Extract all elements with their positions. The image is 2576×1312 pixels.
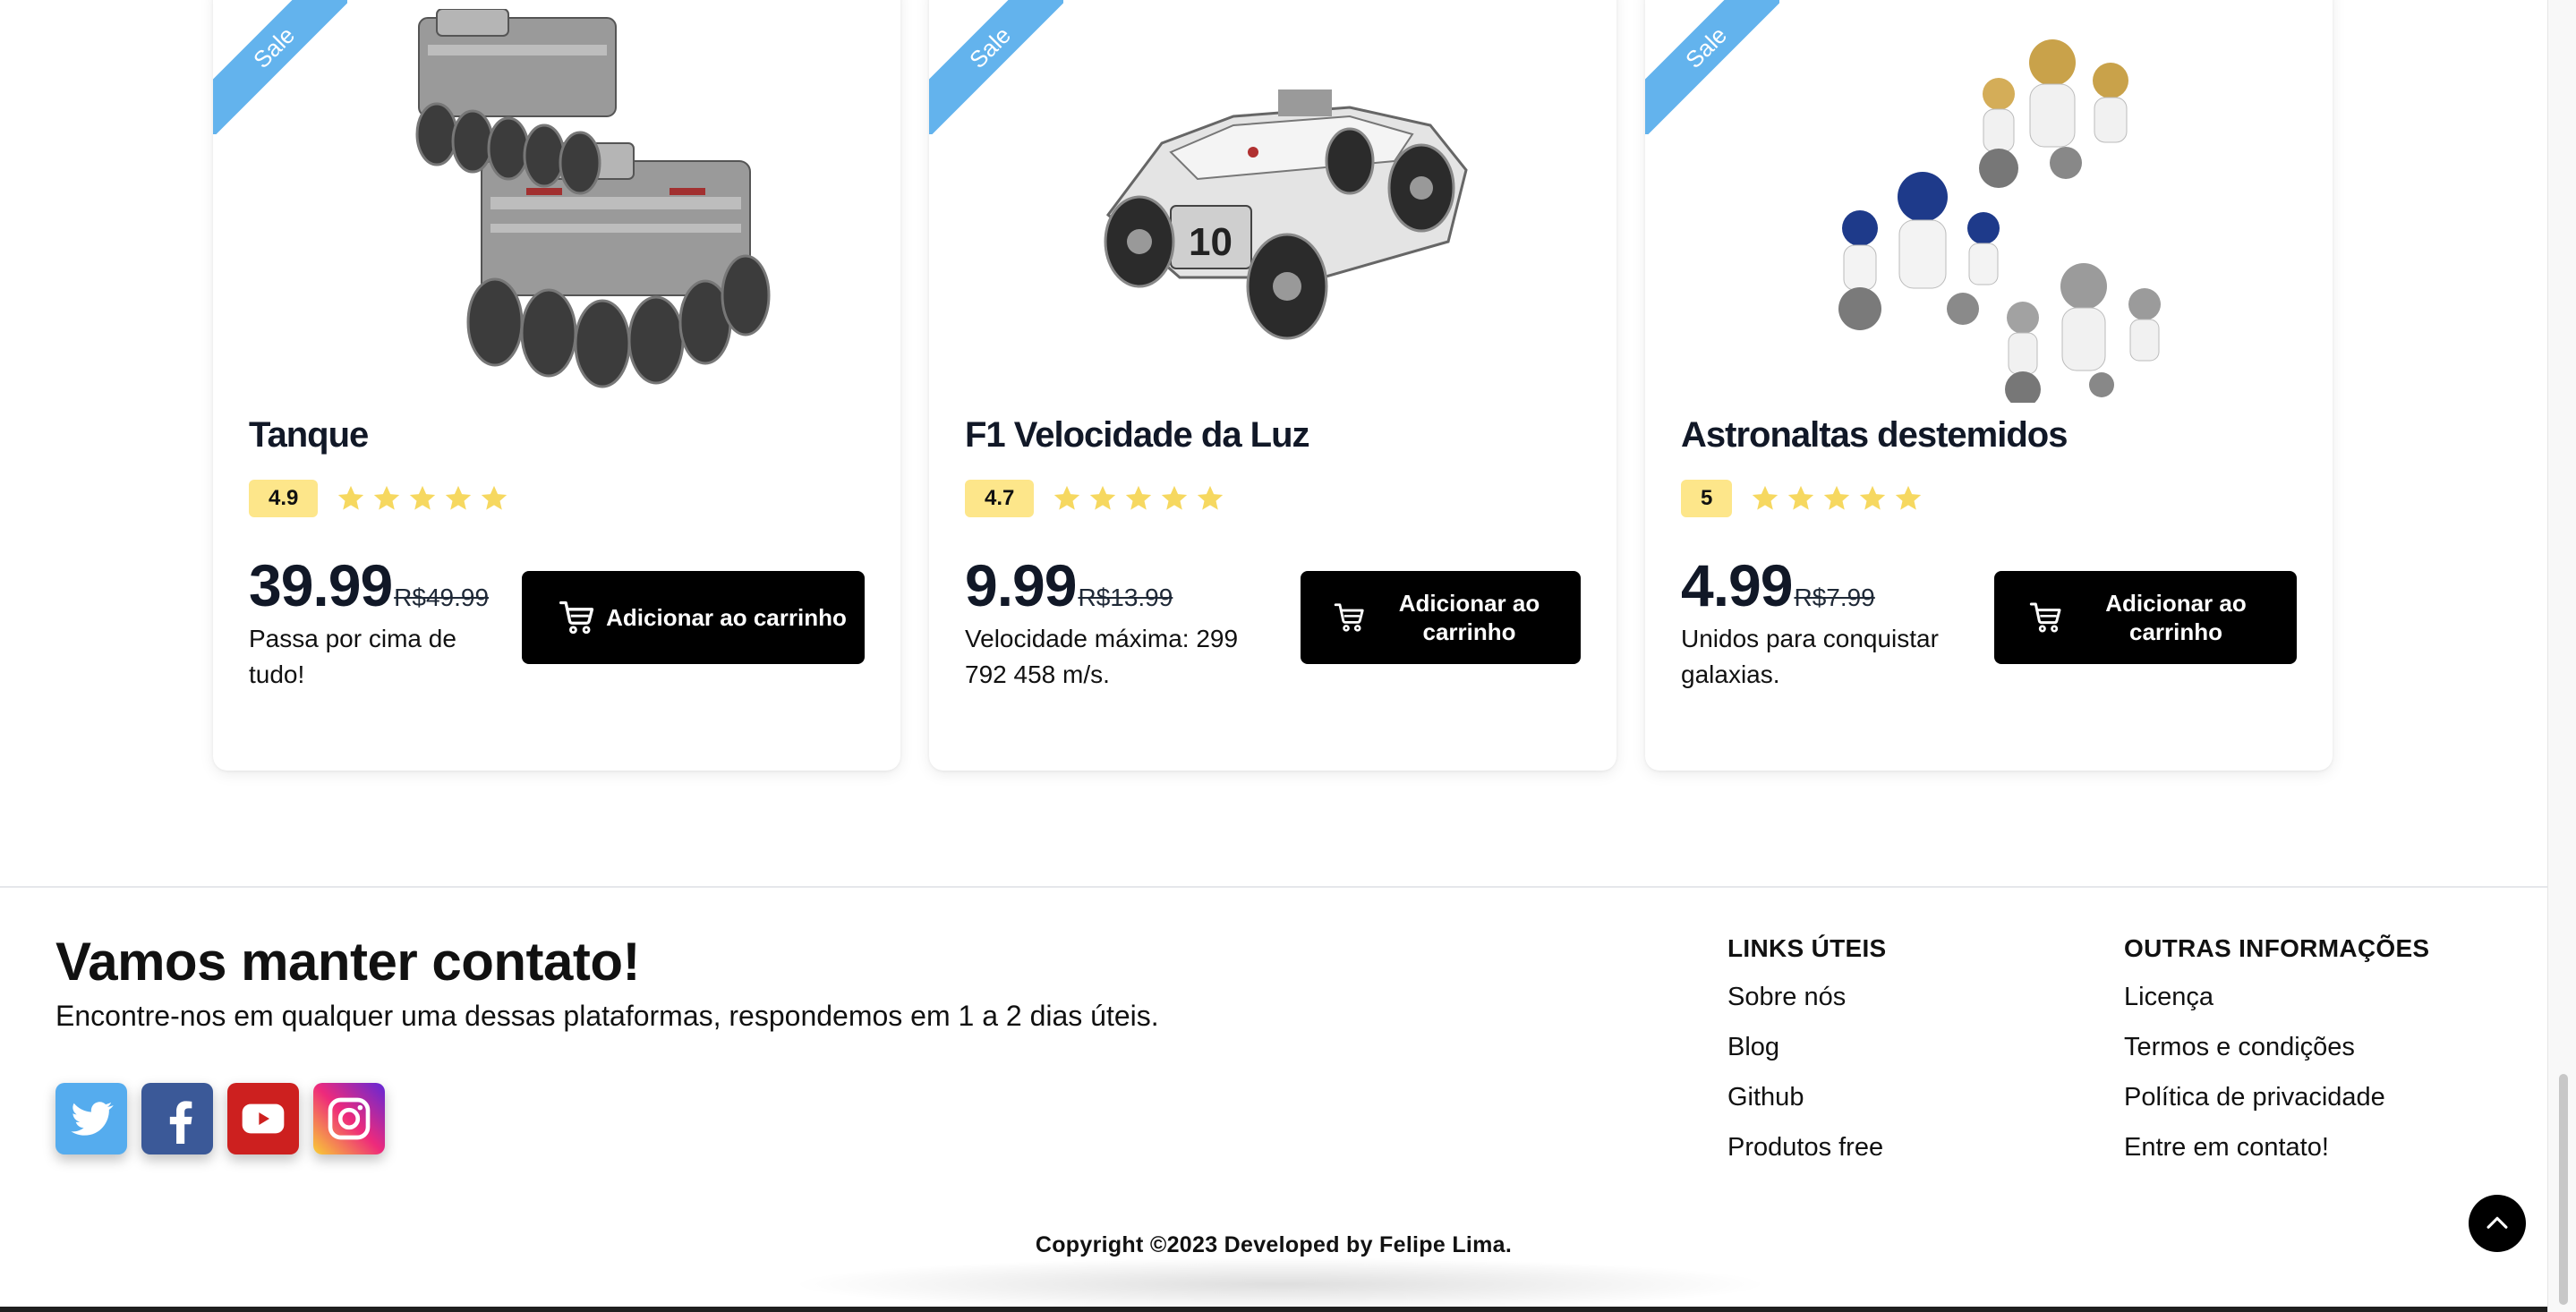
cart-icon [558,598,597,637]
product-title: Tanque [249,415,369,455]
star-icon [1750,483,1780,514]
link-about[interactable]: Sobre nós [1727,983,1887,1033]
product-card: Sale 10 F1 Velocidade da Luz 4.7 9.99 R$… [929,0,1616,771]
product-title: F1 Velocidade da Luz [965,415,1310,455]
add-to-cart-label: Adicionar ao carrinho [606,604,847,631]
sale-ribbon: Sale [929,0,1063,134]
link-terms[interactable]: Termos e condições [2124,1033,2429,1083]
sale-ribbon-label: Sale [213,0,347,134]
old-price: R$7.99 [1794,584,1875,611]
add-to-cart-label: Adicionar ao carrinho [2105,590,2247,645]
star-icon [371,483,402,514]
add-to-cart-label: Adicionar ao carrinho [1398,590,1540,645]
window-bottom-edge [0,1307,2547,1312]
facebook-icon[interactable] [141,1083,213,1154]
star-icon [1786,483,1816,514]
price: 4.99 [1681,552,1793,618]
star-rating [336,483,515,514]
product-description: Unidos para conquistar galaxias. [1681,625,1939,688]
rating-badge: 4.7 [965,480,1035,517]
price-block: 4.99 R$7.99 Unidos para conquistar galax… [1681,551,1976,693]
sale-ribbon-label: Sale [929,0,1063,134]
add-to-cart-button[interactable]: Adicionar ao carrinho [1994,571,2297,664]
twitter-icon[interactable] [55,1083,127,1154]
star-rating [1750,483,1929,514]
product-card: Sale Tanque 4.9 39.99 R$49.99 Passa por … [213,0,900,771]
add-to-cart-button[interactable]: Adicionar ao carrinho [522,571,865,664]
star-icon [1821,483,1852,514]
back-to-top-button[interactable] [2469,1195,2526,1252]
price-block: 9.99 R$13.99 Velocidade máxima: 299 792 … [965,551,1260,693]
link-free-products[interactable]: Produtos free [1727,1133,1887,1183]
cart-icon [2028,600,2064,635]
price: 9.99 [965,552,1077,618]
svg-text:10: 10 [1189,220,1233,264]
product-description: Velocidade máxima: 299 792 458 m/s. [965,625,1239,688]
race-car-product-image: 10 [1104,89,1468,340]
social-links [55,1083,399,1154]
product-title: Astronaltas destemidos [1681,415,2068,455]
price: 39.99 [249,552,393,618]
sale-ribbon: Sale [1645,0,1779,134]
add-to-cart-button[interactable]: Adicionar ao carrinho [1301,571,1581,664]
youtube-icon[interactable] [227,1083,299,1154]
old-price: R$49.99 [394,584,490,611]
old-price: R$13.99 [1078,584,1173,611]
star-icon [1088,483,1118,514]
footer-title: Vamos manter contato! [55,932,641,992]
other-info-column: OUTRAS INFORMAÇÕES Licença Termos e cond… [2124,934,2429,1183]
link-github[interactable]: Github [1727,1083,1887,1133]
useful-links-heading: LINKS ÚTEIS [1727,934,1887,962]
scrollbar-thumb[interactable] [2559,1074,2568,1305]
price-block: 39.99 R$49.99 Passa por cima de tudo! [249,551,508,693]
star-icon [336,483,366,514]
star-icon [1857,483,1888,514]
sale-ribbon: Sale [213,0,347,134]
cart-icon [1333,601,1367,635]
other-info-heading: OUTRAS INFORMAÇÕES [2124,934,2430,962]
star-icon [1195,483,1225,514]
star-icon [1052,483,1082,514]
rating-badge: 4.9 [249,480,319,517]
tank-product-image [415,9,771,388]
star-rating [1052,483,1231,514]
rating-row: 4.7 [965,480,1231,517]
vertical-scrollbar[interactable] [2547,0,2576,1312]
star-icon [443,483,473,514]
star-icon [1159,483,1190,514]
star-icon [1893,483,1923,514]
star-icon [479,483,509,514]
instagram-icon[interactable] [313,1083,385,1154]
product-card: Sale Astronaltas destemidos 5 4.99 R$7.9… [1645,0,2333,771]
sale-ribbon-label: Sale [1645,0,1779,134]
rating-row: 5 [1681,480,1929,517]
product-description: Passa por cima de tudo! [249,625,456,688]
astronauts-product-image [1838,39,2161,403]
link-privacy[interactable]: Política de privacidade [2124,1083,2429,1133]
rating-badge: 5 [1681,480,1733,517]
bottom-shadow [788,1257,1772,1311]
copyright: Copyright ©2023 Developed by Felipe Lima… [1035,1232,1513,1257]
link-contact[interactable]: Entre em contato! [2124,1133,2429,1183]
footer-subtitle: Encontre-nos em qualquer uma dessas plat… [55,1000,1159,1032]
rating-row: 4.9 [249,480,515,517]
star-icon [1123,483,1154,514]
star-icon [407,483,438,514]
link-license[interactable]: Licença [2124,983,2429,1033]
chevron-up-icon [2486,1216,2508,1229]
useful-links-column: LINKS ÚTEIS Sobre nós Blog Github Produt… [1727,934,1887,1183]
footer-divider [0,886,2547,888]
link-blog[interactable]: Blog [1727,1033,1887,1083]
